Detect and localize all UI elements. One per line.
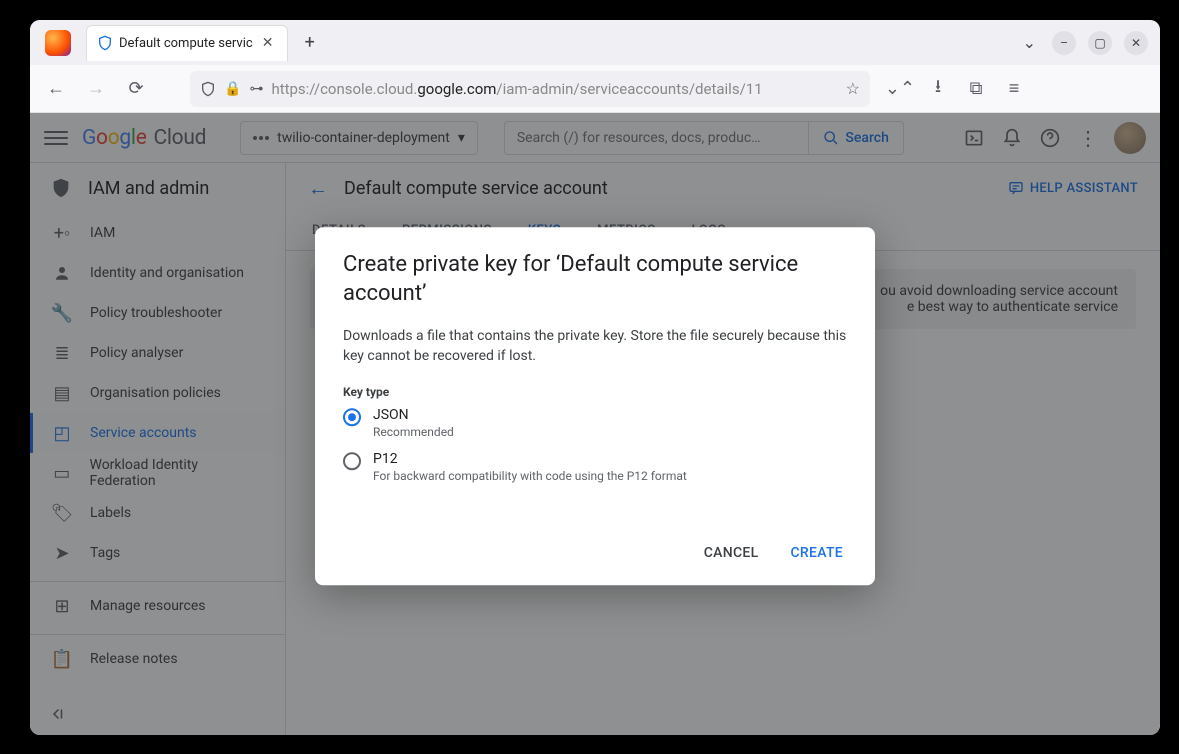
firefox-logo-icon	[45, 30, 71, 56]
pocket-icon[interactable]: ⌄⌃	[884, 73, 916, 105]
window-close-button[interactable]: ✕	[1124, 31, 1148, 55]
nav-back-button[interactable]: ←	[40, 73, 72, 105]
tab-title: Default compute servic	[119, 36, 253, 51]
nav-forward-button[interactable]: →	[80, 73, 112, 105]
key-type-p12-radio[interactable]: P12 For backward compatibility with code…	[343, 451, 847, 483]
dialog-description: Downloads a file that contains the priva…	[343, 326, 847, 367]
downloads-icon[interactable]: ⭳	[922, 73, 954, 105]
lock-icon: 🔒	[224, 81, 241, 97]
create-key-dialog: Create private key for ‘Default compute …	[315, 227, 875, 585]
radio-icon	[343, 452, 361, 470]
create-button[interactable]: CREATE	[786, 537, 847, 569]
app-menu-icon[interactable]: ≡	[998, 73, 1030, 105]
bookmark-star-icon[interactable]: ☆	[846, 79, 860, 98]
shield-icon	[97, 35, 113, 51]
extensions-icon[interactable]: ⧉	[960, 73, 992, 105]
nav-toolbar: ← → ⟳ 🔒 ⊶ https://console.cloud.google.c…	[30, 65, 1160, 113]
window-maximize-button[interactable]: ▢	[1088, 31, 1112, 55]
tab-bar: Default compute servic ✕ + ⌄ – ▢ ✕	[30, 20, 1160, 65]
permissions-icon: ⊶	[249, 81, 263, 97]
radio-icon	[343, 408, 361, 426]
browser-window: Default compute servic ✕ + ⌄ – ▢ ✕ ← → ⟳…	[30, 20, 1160, 735]
dialog-title: Create private key for ‘Default compute …	[343, 251, 847, 308]
gcp-console: Google Cloud twilio-container-deployment…	[30, 113, 1160, 735]
window-minimize-button[interactable]: –	[1052, 31, 1076, 55]
url-text: https://console.cloud.google.com/iam-adm…	[271, 80, 762, 98]
tracking-shield-icon	[200, 81, 216, 97]
nav-reload-button[interactable]: ⟳	[120, 73, 152, 105]
key-type-json-radio[interactable]: JSON Recommended	[343, 407, 847, 439]
cancel-button[interactable]: CANCEL	[700, 537, 763, 569]
tab-list-chevron-icon[interactable]: ⌄	[1019, 29, 1040, 56]
address-bar[interactable]: 🔒 ⊶ https://console.cloud.google.com/iam…	[190, 71, 870, 107]
new-tab-button[interactable]: +	[296, 29, 324, 57]
browser-tab[interactable]: Default compute servic ✕	[86, 25, 288, 61]
tab-close-button[interactable]: ✕	[259, 34, 277, 52]
key-type-label: Key type	[343, 385, 847, 399]
